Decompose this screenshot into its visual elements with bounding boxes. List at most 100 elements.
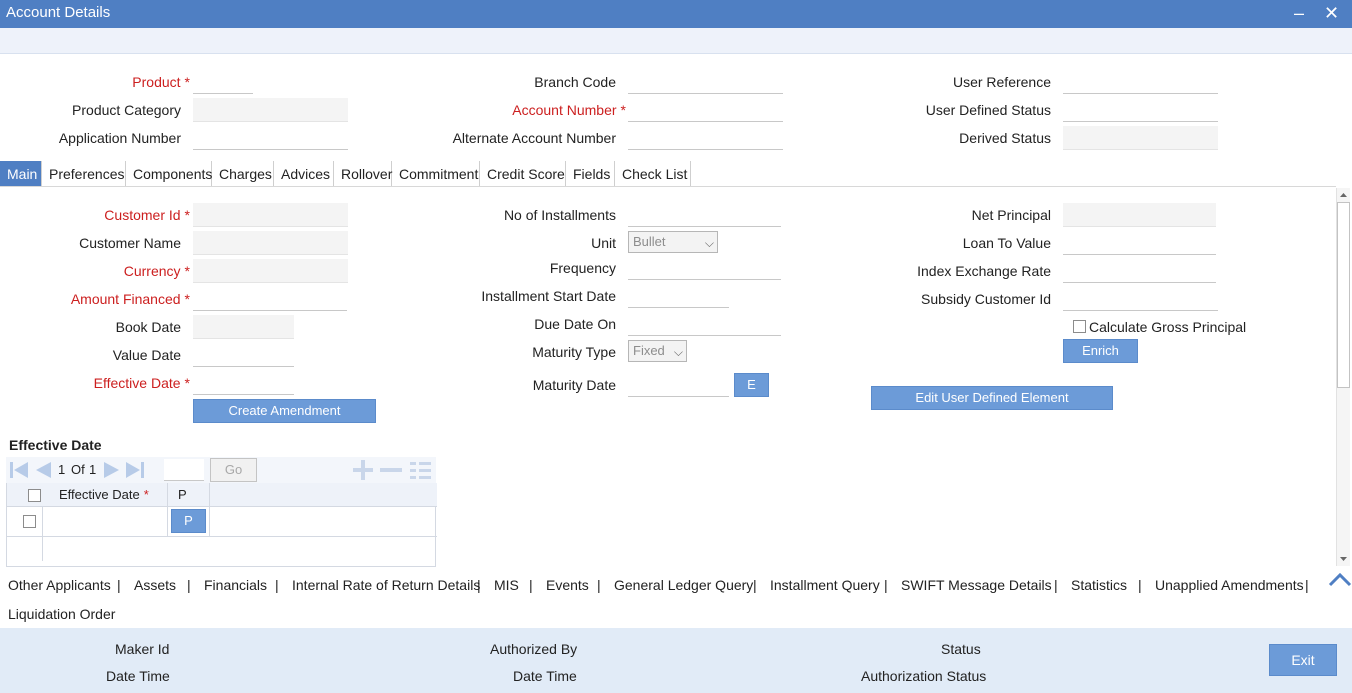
amount-financed-field[interactable]	[193, 287, 347, 311]
edit-user-defined-element-button[interactable]: Edit User Defined Element	[871, 386, 1113, 410]
maturity-date-field[interactable]	[628, 373, 729, 397]
row-p-button[interactable]: P	[171, 509, 206, 533]
installment-start-date-field[interactable]	[628, 284, 729, 308]
tab-preferences[interactable]: Preferences	[42, 161, 126, 187]
net-principal-field[interactable]	[1063, 203, 1216, 227]
scroll-thumb[interactable]	[1337, 202, 1350, 388]
customer-name-field[interactable]	[193, 231, 348, 255]
tab-credit-score[interactable]: Credit Score	[480, 161, 566, 187]
scroll-down-icon[interactable]	[1337, 554, 1350, 564]
subsidy-customer-id-label: Subsidy Customer Id	[921, 291, 1051, 307]
link-separator: |	[597, 577, 601, 593]
link-separator: |	[884, 577, 888, 593]
index-exchange-rate-field[interactable]	[1063, 259, 1216, 283]
maker-date-time-label: Date Time	[106, 668, 170, 684]
link-liquidation-order[interactable]: Liquidation Order	[8, 606, 115, 622]
page-number-input[interactable]	[164, 459, 204, 481]
calculate-gross-principal-checkbox[interactable]	[1073, 320, 1086, 333]
last-page-icon[interactable]	[124, 459, 148, 481]
index-exchange-rate-label: Index Exchange Rate	[917, 263, 1051, 279]
row-effective-date-field[interactable]	[47, 509, 163, 533]
tab-main[interactable]: Main	[0, 161, 42, 187]
account-number-field[interactable]	[628, 98, 783, 122]
previous-page-icon[interactable]	[32, 459, 54, 481]
select-all-checkbox[interactable]	[28, 489, 41, 502]
collapse-up-icon[interactable]	[1328, 572, 1352, 588]
link-installment-query[interactable]: Installment Query	[770, 577, 880, 593]
product-label: Product *	[132, 74, 190, 90]
column-header-effective-date: Effective Date *	[59, 487, 149, 502]
effective-date-field[interactable]	[193, 371, 294, 395]
alternate-account-number-field[interactable]	[628, 126, 783, 150]
link-swift-message-details[interactable]: SWIFT Message Details	[901, 577, 1052, 593]
application-number-field[interactable]	[193, 126, 348, 150]
link-internal-rate-of-return-details[interactable]: Internal Rate of Return Details	[292, 577, 480, 593]
user-defined-status-field[interactable]	[1063, 98, 1218, 122]
row-divider	[7, 536, 437, 537]
frequency-field[interactable]	[628, 256, 781, 280]
product-category-field[interactable]	[193, 98, 348, 122]
value-date-field[interactable]	[193, 343, 294, 367]
maker-id-label: Maker Id	[115, 641, 170, 657]
alternate-account-number-label: Alternate Account Number	[452, 130, 616, 146]
tab-rollover[interactable]: Rollover	[334, 161, 392, 187]
next-page-icon[interactable]	[101, 459, 123, 481]
customer-id-field[interactable]	[193, 203, 348, 227]
link-financials[interactable]: Financials	[204, 577, 267, 593]
link-separator: |	[117, 577, 121, 593]
row-checkbox[interactable]	[23, 515, 36, 528]
branch-code-field[interactable]	[628, 70, 783, 94]
tab-commitment[interactable]: Commitment	[392, 161, 480, 187]
tab-check-list[interactable]: Check List	[615, 161, 691, 187]
subsidy-customer-id-field[interactable]	[1063, 287, 1218, 311]
user-reference-field[interactable]	[1063, 70, 1218, 94]
tab-fields[interactable]: Fields	[566, 161, 615, 187]
go-button[interactable]: Go	[210, 458, 257, 482]
link-other-applicants[interactable]: Other Applicants	[8, 577, 111, 593]
product-field[interactable]	[193, 70, 253, 94]
tab-components[interactable]: Components	[126, 161, 212, 187]
scroll-up-icon[interactable]	[1337, 190, 1350, 200]
user-defined-status-label: User Defined Status	[925, 102, 1051, 118]
customer-name-label: Customer Name	[79, 235, 181, 251]
single-record-view-icon[interactable]	[408, 459, 434, 481]
unit-label: Unit	[591, 235, 616, 251]
minimize-icon[interactable]: –	[1294, 0, 1304, 26]
delete-row-icon[interactable]	[378, 459, 404, 481]
unit-select[interactable]: Bullet ⌵	[628, 231, 718, 253]
due-date-on-field[interactable]	[628, 312, 781, 336]
create-amendment-button[interactable]: Create Amendment	[193, 399, 376, 423]
maturity-type-select[interactable]: Fixed ⌵	[628, 340, 687, 362]
column-header-p: P	[178, 487, 187, 502]
link-separator: |	[1305, 577, 1309, 593]
exit-button[interactable]: Exit	[1269, 644, 1337, 676]
frequency-label: Frequency	[549, 260, 616, 276]
loan-to-value-field[interactable]	[1063, 231, 1216, 255]
no-of-installments-field[interactable]	[628, 203, 781, 227]
link-mis[interactable]: MIS	[494, 577, 519, 593]
link-unapplied-amendments[interactable]: Unapplied Amendments	[1155, 577, 1304, 593]
column-divider	[42, 507, 43, 561]
add-row-icon[interactable]	[350, 459, 376, 481]
currency-field[interactable]	[193, 259, 348, 283]
calculate-gross-principal-label: Calculate Gross Principal	[1089, 319, 1247, 335]
book-date-field[interactable]	[193, 315, 294, 339]
link-general-ledger-query[interactable]: General Ledger Query	[614, 577, 753, 593]
tab-charges[interactable]: Charges	[212, 161, 274, 187]
link-assets[interactable]: Assets	[134, 577, 176, 593]
window-titlebar: Account Details – ✕	[0, 0, 1352, 28]
enrich-button[interactable]: Enrich	[1063, 339, 1138, 363]
vertical-scrollbar[interactable]	[1336, 188, 1350, 566]
link-separator: |	[187, 577, 191, 593]
chevron-down-icon: ⌵	[673, 345, 683, 359]
first-page-icon[interactable]	[8, 459, 32, 481]
checker-date-time-label: Date Time	[513, 668, 577, 684]
link-separator: |	[1054, 577, 1058, 593]
tab-advices[interactable]: Advices	[274, 161, 334, 187]
link-statistics[interactable]: Statistics	[1071, 577, 1127, 593]
link-events[interactable]: Events	[546, 577, 589, 593]
e-button[interactable]: E	[734, 373, 769, 397]
close-icon[interactable]: ✕	[1324, 0, 1339, 26]
derived-status-field[interactable]	[1063, 126, 1218, 150]
link-separator: |	[477, 577, 481, 593]
